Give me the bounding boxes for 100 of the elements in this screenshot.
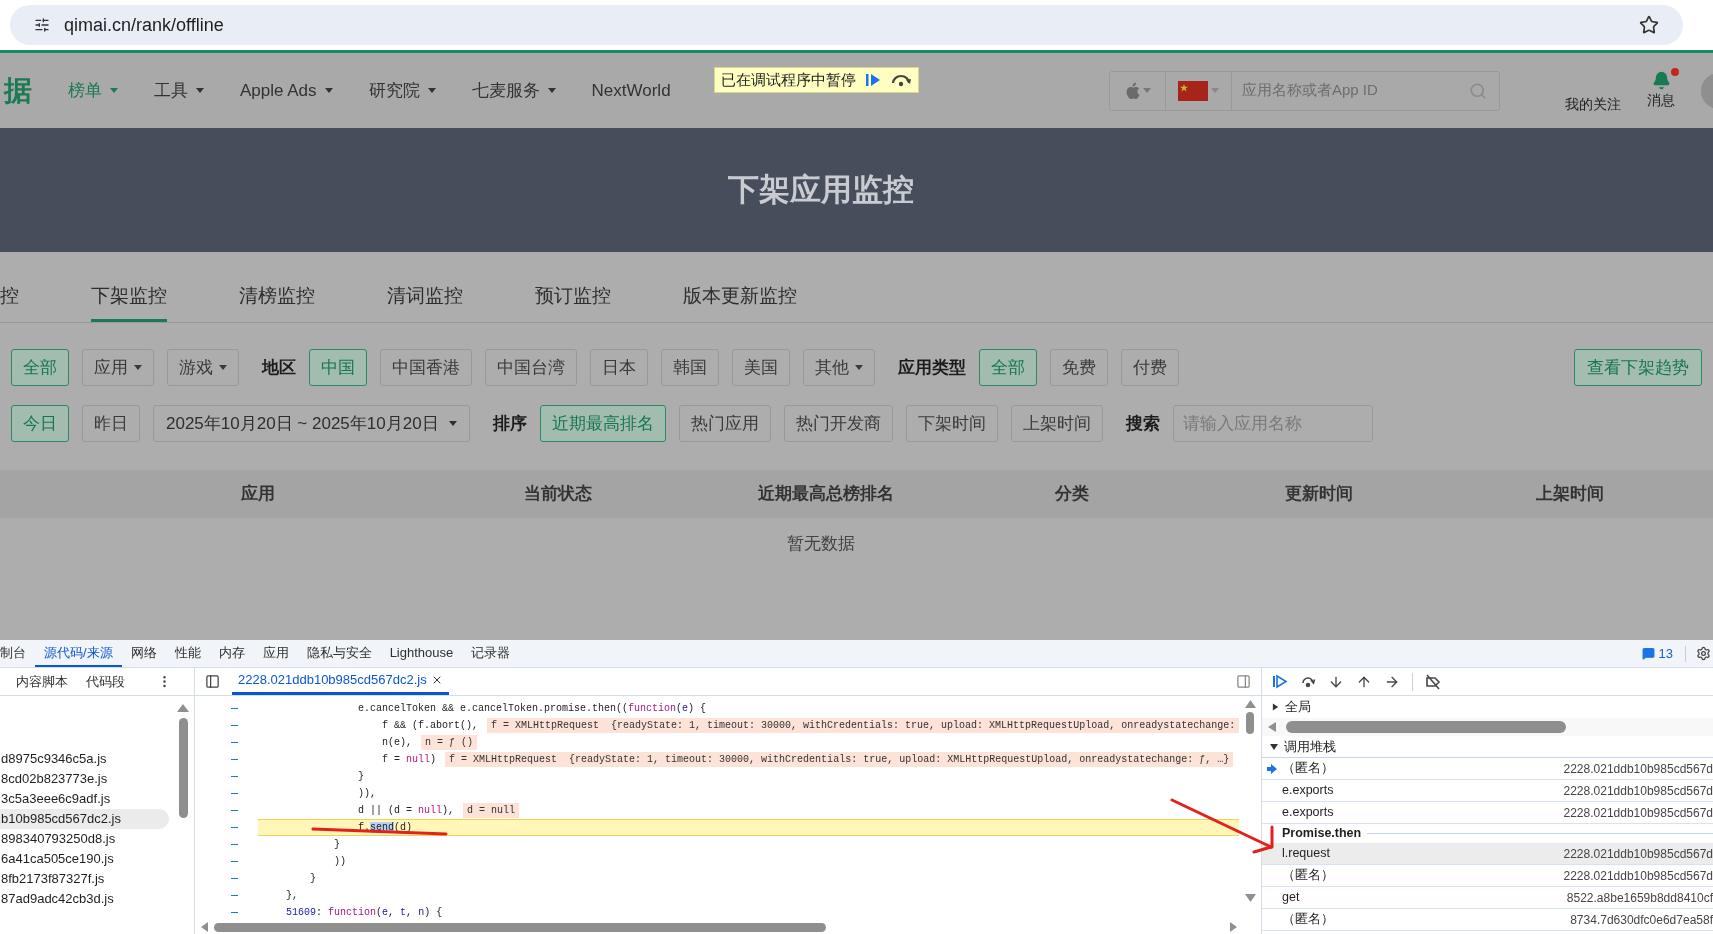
- devtools-tab[interactable]: 记录器: [462, 640, 520, 667]
- navigator-tab[interactable]: 内容脚本: [16, 671, 68, 692]
- filter-chip[interactable]: 热门应用: [678, 405, 771, 442]
- messages-button[interactable]: 消息: [1647, 70, 1675, 111]
- step-over-icon[interactable]: [890, 72, 912, 88]
- scroll-up-arrow-icon[interactable]: [177, 704, 189, 712]
- date-range-picker[interactable]: 2025年10月20日 ~ 2025年10月20日: [153, 405, 470, 442]
- call-stack-frame[interactable]: （匿名） 8734.7d630dfc0e6d7ea58f: [1262, 909, 1713, 931]
- app-search-field[interactable]: 应用名称或者App ID: [1109, 70, 1500, 111]
- file-tree-item[interactable]: 898340793250d8.js: [0, 829, 169, 849]
- settings-icon[interactable]: [1696, 646, 1711, 661]
- resume-icon[interactable]: [1272, 673, 1288, 690]
- filter-chip[interactable]: 免费: [1050, 349, 1108, 386]
- column-header: 更新时间: [1283, 483, 1354, 506]
- monitor-tab[interactable]: 清词监控: [387, 274, 463, 322]
- apple-icon: [1124, 81, 1140, 100]
- frame-location: 8522.a8be1659b8dd8410cf: [1566, 889, 1713, 907]
- expand-triangle-icon[interactable]: [1272, 703, 1279, 711]
- filter-chip[interactable]: 下架时间: [905, 405, 998, 442]
- toggle-debugger-icon[interactable]: [1236, 674, 1251, 689]
- file-tree-item[interactable]: b10b985cd567dc2.js: [0, 809, 169, 829]
- scrollbar-thumb[interactable]: [1246, 712, 1254, 734]
- scroll-up-arrow-icon[interactable]: [1244, 700, 1256, 708]
- file-tree-item[interactable]: d8975c9346c5a.js: [0, 749, 169, 769]
- file-tree-item[interactable]: 8fb2173f87327f.js: [0, 869, 169, 889]
- scroll-left-arrow-icon[interactable]: [201, 922, 208, 932]
- inline-value-hint: d = null: [463, 803, 520, 818]
- url-text: qimai.cn/rank/offline: [64, 13, 224, 37]
- nav-menu-item[interactable]: Apple Ads: [240, 77, 333, 104]
- bookmark-star-icon[interactable]: [1639, 15, 1659, 35]
- nav-menu-item[interactable]: NextWorld: [591, 77, 671, 104]
- filter-chip[interactable]: 美国: [732, 349, 790, 386]
- navigator-tab[interactable]: 代码段: [86, 671, 125, 692]
- address-bar[interactable]: qimai.cn/rank/offline: [10, 5, 1683, 45]
- devtools-tab[interactable]: 源代码/来源: [35, 640, 122, 667]
- code-text: )),: [357, 787, 376, 801]
- section-title[interactable]: 调用堆栈: [1284, 736, 1336, 757]
- monitor-tab[interactable]: 预订监控: [535, 274, 611, 322]
- monitor-tab[interactable]: 下架监控: [91, 274, 167, 322]
- scrollbar-thumb[interactable]: [214, 922, 826, 932]
- file-tree-item[interactable]: 8cd02b823773e.js: [0, 769, 169, 789]
- call-stack-frame[interactable]: （匿名） 2228.021ddb10b985cd567d: [1262, 758, 1713, 780]
- filter-chip[interactable]: 热门开发商: [783, 405, 893, 442]
- filter-label: 排序: [492, 412, 527, 435]
- editor-file-tab[interactable]: 2228.021ddb10b985cd567dc2.js: [232, 668, 449, 695]
- logo-text: 据: [2, 73, 33, 108]
- file-tree-item[interactable]: 3c5a3eee6c9adf.js: [0, 789, 169, 809]
- call-stack-frame[interactable]: e.exports 2228.021ddb10b985cd567d: [1262, 780, 1713, 802]
- devtools-tab[interactable]: Lighthouse: [380, 640, 463, 667]
- devtools-tab[interactable]: 内存: [209, 640, 254, 667]
- call-stack-frame[interactable]: （匿名） 2228.021ddb10b985cd567d: [1262, 865, 1713, 887]
- scrollbar-thumb[interactable]: [178, 718, 188, 818]
- issues-count[interactable]: 13: [1658, 643, 1673, 664]
- frame-location: 2228.021ddb10b985cd567d: [1563, 845, 1713, 863]
- code-text: }: [357, 770, 364, 784]
- deactivate-breakpoints-icon[interactable]: [1425, 673, 1441, 690]
- nav-menu-item[interactable]: 研究院: [368, 77, 436, 104]
- file-tree-item[interactable]: 6a41ca505ce190.js: [0, 849, 169, 869]
- filter-dropdown[interactable]: 其他: [803, 349, 875, 386]
- filter-chip[interactable]: 日本: [590, 349, 648, 386]
- call-stack-frame[interactable]: e.exports 2228.021ddb10b985cd567d: [1262, 802, 1713, 824]
- monitor-tab[interactable]: 版本更新监控: [683, 274, 797, 322]
- monitor-tab[interactable]: 清榜监控: [239, 274, 315, 322]
- filter-dropdown[interactable]: 应用: [82, 349, 154, 386]
- file-tree-item[interactable]: 87ad9adc42cb3d.js: [0, 889, 169, 909]
- filter-chip[interactable]: 中国香港: [380, 349, 472, 386]
- devtools-tab[interactable]: 性能: [165, 640, 210, 667]
- filter-chip[interactable]: 中国台湾: [485, 349, 577, 386]
- nav-menu-item[interactable]: 工具: [154, 77, 204, 104]
- expand-triangle-icon[interactable]: [1270, 742, 1278, 751]
- monitor-tab[interactable]: 控: [0, 274, 19, 322]
- nav-menu-item[interactable]: 七麦服务: [471, 77, 556, 104]
- filter-chip[interactable]: 上架时间: [1010, 405, 1103, 442]
- filter-chip[interactable]: 昨日: [82, 405, 140, 442]
- toggle-navigator-icon[interactable]: [205, 674, 220, 689]
- devtools-tab[interactable]: 应用: [253, 640, 298, 667]
- resume-icon[interactable]: [864, 72, 882, 88]
- code-text: e.cancelToken && e.cancelToken.promise.then((function(e) {: [357, 702, 707, 716]
- filter-label: 应用类型: [898, 356, 966, 379]
- code-text: },: [286, 889, 298, 903]
- call-stack-frame[interactable]: get 8522.a8be1659b8dd8410cf: [1262, 887, 1713, 909]
- app-search-input[interactable]: 应用名称或者App ID: [1232, 79, 1469, 102]
- site-settings-icon[interactable]: [34, 17, 50, 33]
- call-stack-frame[interactable]: l.request 2228.021ddb10b985cd567d: [1262, 843, 1713, 865]
- devtools-tab[interactable]: 隐私与安全: [297, 640, 381, 667]
- devtools-tab[interactable]: 网络: [121, 640, 166, 667]
- devtools-tab[interactable]: 制台: [0, 640, 35, 667]
- scrollbar-thumb[interactable]: [1286, 721, 1566, 733]
- code-text: )): [333, 855, 346, 869]
- follow-link[interactable]: 我的关注: [1565, 94, 1621, 115]
- scroll-right-arrow-icon[interactable]: [1230, 922, 1237, 932]
- filter-chip[interactable]: 韩国: [661, 349, 719, 386]
- filter-chip[interactable]: 付费: [1121, 349, 1179, 386]
- filter-dropdown[interactable]: 游戏: [167, 349, 239, 386]
- section-title[interactable]: 全局: [1285, 697, 1311, 717]
- frame-location: 2228.021ddb10b985cd567d: [1563, 804, 1713, 822]
- frame-name: （匿名）: [1282, 911, 1334, 929]
- frame-name: （匿名）: [1282, 867, 1334, 885]
- scroll-down-arrow-icon[interactable]: [1244, 894, 1256, 902]
- scroll-left-arrow-icon[interactable]: [1268, 722, 1276, 732]
